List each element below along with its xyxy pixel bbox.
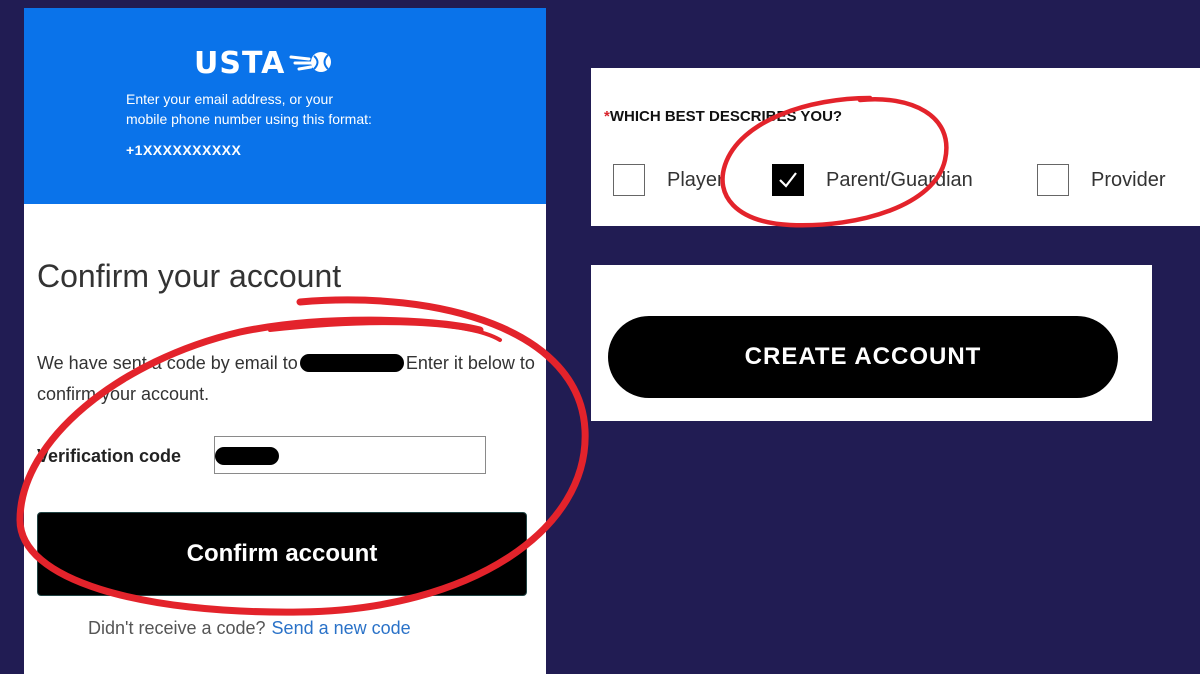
code-sent-message: We have sent a code by email to Enter it … xyxy=(37,348,537,410)
redacted-email xyxy=(299,354,404,372)
verification-code-input[interactable] xyxy=(214,436,486,474)
resend-row: Didn't receive a code? Send a new code xyxy=(88,618,411,639)
verification-code-label: Verification code xyxy=(37,446,182,466)
confirm-account-button[interactable]: Confirm account xyxy=(37,512,527,596)
parent-guardian-checkbox[interactable] xyxy=(772,164,804,196)
parent-guardian-label: Parent/Guardian xyxy=(826,168,973,191)
option-provider[interactable]: Provider xyxy=(1037,162,1165,198)
question-text: WHICH BEST DESCRIBES YOU? xyxy=(609,108,843,125)
redacted-code xyxy=(215,447,279,465)
send-new-code-link[interactable]: Send a new code xyxy=(272,618,411,638)
create-account-panel: CREATE ACCOUNT xyxy=(591,265,1152,421)
checkmark-icon xyxy=(779,172,797,188)
player-checkbox[interactable] xyxy=(613,164,645,196)
usta-header: USTA Enter your email address, or your m… xyxy=(24,8,546,204)
create-account-button[interactable]: CREATE ACCOUNT xyxy=(608,316,1118,398)
resend-prompt: Didn't receive a code? xyxy=(88,618,266,638)
player-label: Player xyxy=(667,168,724,191)
confirm-account-panel: USTA Enter your email address, or your m… xyxy=(24,8,546,674)
page-title: Confirm your account xyxy=(37,258,342,294)
describe-you-panel: *WHICH BEST DESCRIBES YOU? Player Parent… xyxy=(591,68,1200,226)
instruction-line-2: mobile phone number using this format: xyxy=(126,111,372,127)
option-player[interactable]: Player xyxy=(613,162,724,198)
usta-logo-text: USTA xyxy=(194,46,286,81)
provider-checkbox[interactable] xyxy=(1037,164,1069,196)
option-parent-guardian[interactable]: Parent/Guardian xyxy=(772,162,973,198)
message-part-1: We have sent a code by email to xyxy=(37,353,298,373)
tennis-ball-flame-icon xyxy=(289,49,335,80)
provider-label: Provider xyxy=(1091,168,1166,191)
usta-logo: USTA xyxy=(194,44,384,84)
describe-question: *WHICH BEST DESCRIBES YOU? xyxy=(604,108,842,125)
phone-format: +1XXXXXXXXXX xyxy=(126,142,242,158)
instruction-line-1: Enter your email address, or your xyxy=(126,91,333,107)
